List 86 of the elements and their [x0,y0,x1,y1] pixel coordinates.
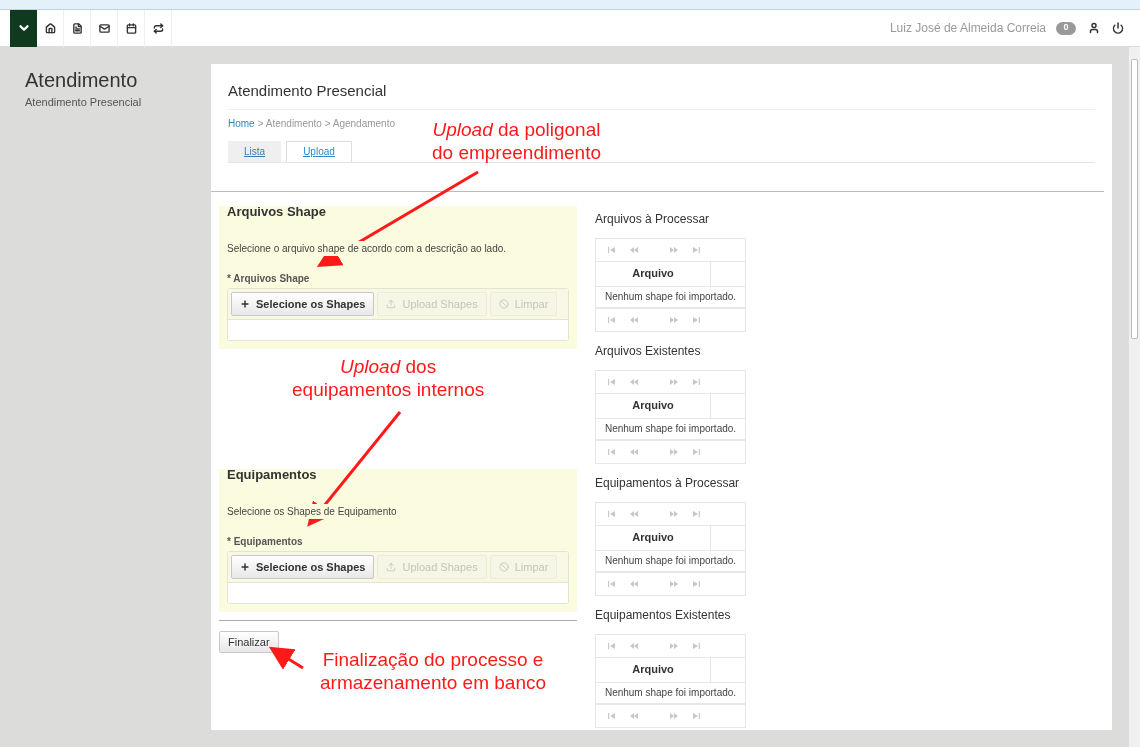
annotation-arrow [268,646,304,670]
next-page-icon[interactable] [670,245,678,254]
file-drop-area[interactable] [228,582,568,603]
section-description: Selecione os Shapes de Equipamento [227,504,397,519]
first-page-icon[interactable] [608,245,616,254]
notification-badge[interactable]: 0 [1056,21,1076,35]
upload-icon [386,299,397,309]
table-cell: Nenhum shape foi importado. [595,681,746,704]
user-name: Luiz José de Almeida Correia [889,20,1046,37]
user-icon[interactable] [1088,22,1100,34]
section-heading: Equipamentos [227,465,318,484]
first-page-icon[interactable] [608,447,616,456]
tab[interactable]: Lista [228,140,282,162]
next-page-icon[interactable] [670,711,678,720]
panel-title: Atendimento Presencial [228,80,1095,110]
last-page-icon[interactable] [692,509,700,518]
table-title: Equipamentos Existentes [595,606,732,624]
next-page-icon[interactable] [670,509,678,518]
table-cell: Nenhum shape foi importado. [595,285,746,308]
previous-page-icon[interactable] [630,447,638,456]
table-title: Equipamentos à Processar [595,474,741,492]
upload-icon [386,562,397,572]
field-label: * Equipamentos [227,535,304,549]
annotation-text: Upload dos [340,355,437,378]
column-header[interactable]: Arquivo [596,525,711,550]
page-title: Atendimento [25,68,139,92]
repeat-icon [152,22,164,34]
previous-page-icon[interactable] [630,315,638,324]
home-icon [44,22,56,34]
table-cell: Nenhum shape foi importado. [595,417,746,440]
calendar-icon [125,22,137,34]
power-icon[interactable] [1112,22,1124,34]
ban-icon [498,562,509,572]
ban-icon [498,299,509,309]
last-page-icon[interactable] [692,641,700,650]
shape-button[interactable]: Selecione os Shapes [231,555,375,579]
last-page-icon[interactable] [692,377,700,386]
next-page-icon[interactable] [670,579,678,588]
first-page-icon[interactable] [608,509,616,518]
annotation-text: do empreendimento [432,141,601,164]
plus-icon [240,299,250,309]
previous-page-icon[interactable] [630,377,638,386]
breadcrumb-text: > Atendimento > Agendamento [257,116,396,131]
last-page-icon[interactable] [692,447,700,456]
first-page-icon[interactable] [608,641,616,650]
annotation-text: armazenamento em banco [320,671,546,694]
next-page-icon[interactable] [670,447,678,456]
column-header[interactable]: Arquivo [596,393,711,418]
scrollbar[interactable] [1128,47,1140,747]
next-page-icon[interactable] [670,641,678,650]
first-page-icon[interactable] [608,579,616,588]
last-page-icon[interactable] [692,579,700,588]
table-title: Arquivos à Processar [595,210,711,228]
first-page-icon[interactable] [608,377,616,386]
last-page-icon[interactable] [692,245,700,254]
first-page-icon[interactable] [608,711,616,720]
previous-page-icon[interactable] [630,641,638,650]
column-header[interactable]: Arquivo [596,657,711,682]
previous-page-icon[interactable] [630,509,638,518]
annotation-text: Finalização do processo e [322,648,544,671]
shape-button[interactable]: Selecione os Shapes [231,292,375,316]
section-heading: Arquivos Shape [227,202,327,221]
previous-page-icon[interactable] [630,245,638,254]
first-page-icon[interactable] [608,315,616,324]
menu-toggle[interactable] [10,9,37,47]
previous-page-icon[interactable] [630,711,638,720]
table-title: Arquivos Existentes [595,342,702,360]
annotation-text: equipamentos internos [292,378,485,401]
file-drop-area[interactable] [228,319,568,340]
table-cell: Nenhum shape foi importado. [595,549,746,572]
mail-icon [98,22,110,34]
finish-button[interactable]: Finalizar [219,630,279,653]
page-subtitle: Atendimento Presencial [25,95,143,110]
document-icon [71,22,83,34]
next-page-icon[interactable] [670,377,678,386]
last-page-icon[interactable] [692,711,700,720]
column-header[interactable]: Arquivo [596,261,711,286]
breadcrumb-link[interactable]: Home [228,115,255,131]
tab[interactable]: Upload [286,140,352,162]
section-description: Selecione o arquivo shape de acordo com a descrição ao lado. [227,241,507,256]
next-page-icon[interactable] [670,315,678,324]
annotation-text: Upload da poligonal [432,118,601,141]
last-page-icon[interactable] [692,315,700,324]
previous-page-icon[interactable] [630,579,638,588]
plus-icon [240,562,250,572]
field-label: * Arquivos Shape [227,272,311,286]
